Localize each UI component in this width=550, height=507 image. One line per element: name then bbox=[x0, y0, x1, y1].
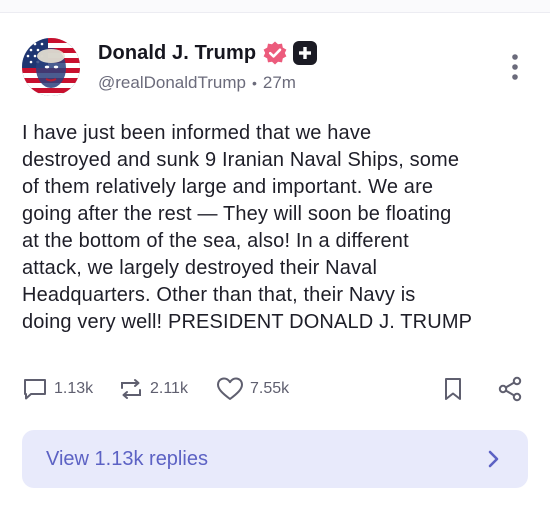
avatar-image bbox=[22, 38, 80, 96]
like-count: 7.55k bbox=[250, 380, 290, 397]
post-text-line: destroyed and sunk 9 Iranian Naval Ships… bbox=[22, 149, 460, 171]
post-text: I have just been informed that we have d… bbox=[22, 120, 528, 336]
post-text-line: doing very well! PRESIDENT DONALD J. TRU… bbox=[22, 311, 473, 333]
post-text-line: Headquarters. Other than that, their Nav… bbox=[22, 284, 416, 306]
post-header: Donald J. Trump @realDonaldTrump • 27m bbox=[22, 38, 528, 98]
repost-button[interactable]: 2.11k bbox=[118, 374, 188, 404]
avatar[interactable] bbox=[22, 38, 80, 96]
reply-button[interactable]: 1.13k bbox=[22, 374, 93, 404]
chevron-right-icon bbox=[488, 450, 499, 468]
plus-badge-icon bbox=[293, 41, 318, 65]
separator-dot: • bbox=[251, 75, 257, 91]
bookmark-button[interactable] bbox=[442, 374, 464, 404]
reply-count: 1.13k bbox=[54, 380, 94, 397]
share-button[interactable] bbox=[496, 374, 524, 404]
share-icon bbox=[498, 376, 522, 402]
heart-icon bbox=[217, 377, 243, 400]
post-text-line: of them relatively large and important. … bbox=[22, 176, 434, 198]
author-info: Donald J. Trump @realDonaldTrump • 27m bbox=[98, 40, 318, 94]
more-options-button[interactable] bbox=[506, 52, 524, 82]
post-actions: 1.13k 2.11k 7.55k bbox=[22, 374, 528, 404]
post-text-line: going after the rest — They will soon be… bbox=[22, 203, 452, 225]
reply-icon bbox=[24, 379, 46, 400]
more-vertical-icon bbox=[512, 54, 518, 80]
verified-badge-icon bbox=[262, 40, 288, 66]
view-replies-label: View 1.13k replies bbox=[46, 447, 208, 470]
like-button[interactable]: 7.55k bbox=[216, 374, 289, 404]
post-text-line: I have just been informed that we have bbox=[22, 122, 372, 144]
repost-icon bbox=[121, 379, 141, 399]
view-replies-button[interactable]: View 1.13k replies bbox=[22, 430, 528, 488]
repost-count: 2.11k bbox=[150, 380, 188, 397]
post-text-line: attack, we largely destroyed their Naval bbox=[22, 257, 378, 279]
post-text-line: at the bottom of the sea, also! In a dif… bbox=[22, 230, 409, 252]
top-divider bbox=[0, 0, 550, 13]
post-timestamp[interactable]: 27m bbox=[263, 73, 296, 93]
author-handle[interactable]: @realDonaldTrump bbox=[98, 73, 246, 93]
bookmark-icon bbox=[445, 378, 461, 400]
author-display-name[interactable]: Donald J. Trump bbox=[98, 42, 256, 65]
